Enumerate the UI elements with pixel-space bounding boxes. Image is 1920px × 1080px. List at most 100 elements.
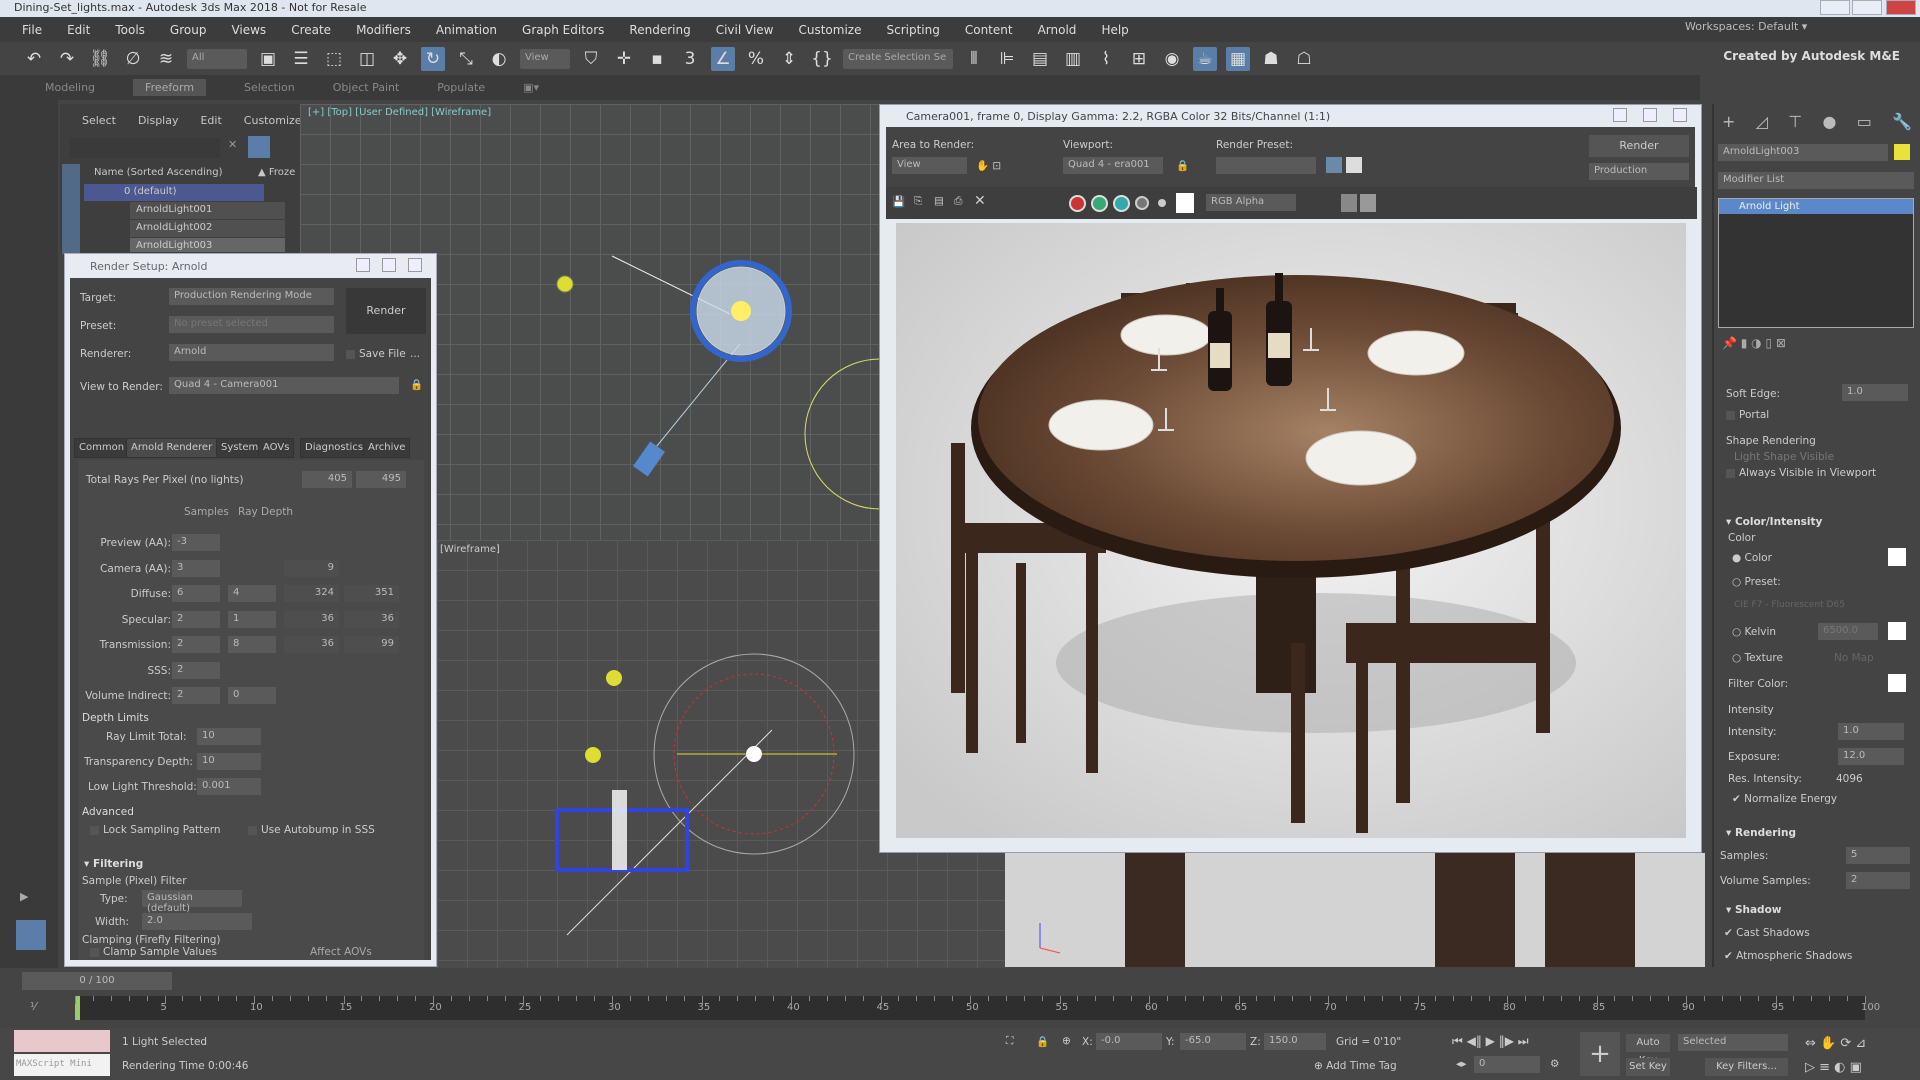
menu-group[interactable]: Group [170,23,207,37]
menu-tools[interactable]: Tools [115,23,145,37]
menu-modifiers[interactable]: Modifiers [356,23,411,37]
expand-arrow-icon[interactable]: ▶ [20,890,28,903]
texture-map-button[interactable]: No Map [1834,652,1874,664]
explorer-menu-display[interactable]: Display [138,114,179,127]
lock-viewport-icon[interactable]: 🔒 [1176,159,1189,172]
filter-width-spinner[interactable]: 2.0 [142,913,252,930]
ribbon-tab-object-paint[interactable]: Object Paint [333,81,400,94]
rs-minimize-button[interactable] [356,258,370,272]
undo-icon[interactable]: ↶ [22,47,46,71]
samples-spinner[interactable]: 5 [1846,847,1910,864]
render-setup-shortcut-icon[interactable] [1326,157,1342,173]
scene-explorer-icon[interactable]: ▥ [1061,47,1085,71]
tree-item-arnoldlight003[interactable]: ArnoldLight003 [130,238,285,252]
modifier-list-dropdown[interactable]: Modifier List [1718,172,1914,189]
kelvin-radio[interactable]: ○ Kelvin [1732,626,1776,638]
rect-selection-icon[interactable]: ⬚ [322,47,346,71]
samples-spinner[interactable]: -3 [172,534,220,551]
selection-lock-icon[interactable]: 🔒 [1036,1035,1049,1048]
save-image-icon[interactable]: 💾 [892,195,905,208]
pivot-icon[interactable]: ⛉ [579,47,603,71]
autobump-checkbox[interactable]: Use Autobump in SSS [248,824,375,836]
auto-key-button[interactable]: Auto Key [1626,1034,1670,1066]
area-to-render-dropdown[interactable]: View [892,157,967,174]
color-intensity-rollout[interactable]: ▾ Color/Intensity [1726,516,1822,528]
column-frozen[interactable]: ▲ Froze [258,167,295,178]
tree-item-arnoldlight002[interactable]: ArnoldLight002 [130,220,285,237]
samples-spinner[interactable]: 2 [172,687,220,704]
menu-create[interactable]: Create [291,23,331,37]
object-color-swatch[interactable] [1894,144,1910,160]
add-time-tag[interactable]: ⊕ Add Time Tag [1314,1060,1397,1072]
kelvin-swatch[interactable] [1888,622,1906,640]
preset-dropdown[interactable]: CIE F7 - Fluorescent D65 [1734,600,1845,610]
tab-arnold-renderer[interactable]: Arnold Renderer [126,438,218,458]
named-selection-icon[interactable]: {} [810,47,834,71]
move-icon[interactable]: ✥ [388,47,412,71]
ribbon-tab-freeform[interactable]: Freeform [133,79,207,96]
preset-radio[interactable]: ○ Preset: [1732,576,1781,588]
cast-shadows-checkbox[interactable]: ✔ Cast Shadows [1724,927,1810,939]
track-bar[interactable]: 5 10 15 20 25 30 35 40 45 50 55 60 65 70 75 80 85 90 95 100 [75,996,1880,1020]
ribbon-tab-modeling[interactable]: Modeling [45,81,95,94]
ribbon-tab-selection[interactable]: Selection [244,81,295,94]
low-light-threshold-spinner[interactable]: 0.001 [197,778,261,795]
hierarchy-tab-icon[interactable]: ⊤ [1788,112,1802,131]
render-iterative-icon[interactable]: ☖ [1292,47,1316,71]
reference-coord-dropdown[interactable]: View [520,48,570,69]
explorer-search-input[interactable] [70,138,220,158]
viewport-navigation-icons-2[interactable]: ▷ ≡ ◐ ▣ [1805,1060,1862,1075]
isolate-selection-icon[interactable]: ⛶ [1006,1035,1013,1048]
ray-depth-spinner[interactable]: 4 [228,585,276,602]
utilities-tab-icon[interactable]: 🔧 [1892,112,1912,131]
toggle-trackbar-icon[interactable]: ⅟ [30,1000,36,1013]
render-mode-dropdown[interactable]: Production [1589,163,1689,180]
explorer-menu-select[interactable]: Select [82,114,116,127]
normalize-energy-checkbox[interactable]: ✔ Normalize Energy [1732,793,1837,805]
samples-spinner[interactable]: 6 [172,585,220,602]
display-channel-dropdown[interactable]: RGB Alpha [1206,194,1296,211]
tab-system[interactable]: System [216,438,264,458]
create-tab-icon[interactable]: + [1722,112,1735,131]
clear-icon[interactable]: ✕ [974,193,986,209]
blue-channel-icon[interactable] [1113,195,1130,212]
menu-help[interactable]: Help [1101,23,1128,37]
print-icon[interactable]: ⎙ [954,195,962,208]
rs-maximize-button[interactable] [382,258,396,272]
clone-window-icon[interactable]: ▤ [934,195,944,207]
unlink-icon[interactable]: ∅ [121,47,145,71]
preset-dropdown[interactable]: No preset selected [169,316,334,333]
clear-search-icon[interactable]: ✕ [228,138,237,151]
portal-checkbox[interactable]: Portal [1726,409,1769,421]
explorer-filter-strip[interactable] [62,164,80,254]
lock-view-icon[interactable]: 🔒 [410,378,423,391]
time-slider[interactable]: 0 / 100 [22,972,172,990]
material-editor-icon[interactable]: ◉ [1160,47,1184,71]
time-config-icon[interactable]: ⚙ [1550,1058,1559,1070]
transparency-depth-spinner[interactable]: 10 [197,753,261,770]
ribbon-tab-populate[interactable]: Populate [437,81,485,94]
red-channel-icon[interactable] [1069,195,1086,212]
rendered-frame-window-icon[interactable]: ▦ [1226,46,1250,71]
samples-spinner[interactable]: 3 [172,559,220,577]
swatch-icon[interactable] [1176,193,1194,213]
bind-space-warp-icon[interactable]: ≋ [154,47,178,71]
select-object-icon[interactable]: ▣ [256,47,280,71]
layer-default[interactable]: 0 (default) [84,184,264,201]
target-dropdown[interactable]: Production Rendering Mode [169,288,334,305]
current-frame-field[interactable]: 0 [1474,1056,1540,1073]
tab-aovs[interactable]: AOVs [258,438,295,458]
explorer-menu-edit[interactable]: Edit [200,114,221,127]
viewport-perspective-shaded[interactable] [1005,853,1705,967]
rotate-icon[interactable]: ↻ [421,46,445,71]
modify-tab-icon[interactable]: ◿ [1756,112,1768,131]
tree-item-arnoldlight001[interactable]: ArnoldLight001 [130,202,285,219]
menu-animation[interactable]: Animation [436,23,497,37]
menu-arnold[interactable]: Arnold [1038,23,1077,37]
mirror-icon[interactable]: ⫴ [962,47,986,71]
maxscript-mini-listener[interactable]: MAXScript Mini [14,1054,110,1076]
menu-rendering[interactable]: Rendering [629,23,690,37]
x-coordinate-field[interactable]: -0.0 [1096,1033,1162,1050]
schematic-view-icon[interactable]: ⊞ [1127,47,1151,71]
samples-spinner[interactable]: 2 [172,636,220,653]
